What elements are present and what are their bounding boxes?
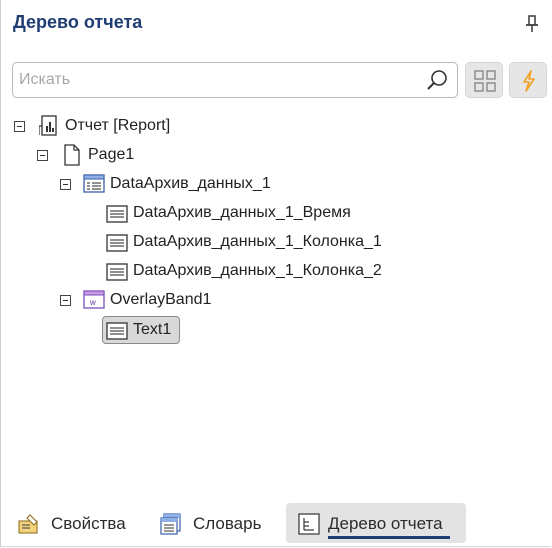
collapse-toggle[interactable]: [37, 150, 48, 161]
tree-node-text[interactable]: DataАрхив_данных_1_Колонка_2: [1, 259, 541, 283]
tab-report-tree[interactable]: Дерево отчета: [286, 503, 466, 543]
bottom-tab-bar: Свойства Словарь Дерево отчета: [1, 500, 552, 546]
active-tab-underline: [328, 536, 450, 539]
overlayband-icon: w: [83, 290, 105, 309]
page-icon: [64, 144, 80, 166]
tree-node-label: Отчет [Report]: [65, 117, 171, 134]
tree-node-label: DataАрхив_данных_1_Колонка_2: [133, 262, 382, 279]
tree-node-page[interactable]: Page1: [1, 143, 541, 167]
search-input[interactable]: [19, 69, 419, 91]
collapse-toggle[interactable]: [60, 295, 71, 306]
grid-view-button[interactable]: [465, 62, 503, 98]
report-tree-panel: Дерево отчета Отчет [Rep: [0, 0, 551, 547]
lightning-icon: [523, 70, 535, 92]
dictionary-icon: [160, 513, 181, 535]
text-icon: [106, 205, 128, 223]
tree-node-label: Text1: [133, 321, 172, 338]
tree-node-overlayband[interactable]: w OverlayBand1: [1, 288, 541, 312]
tree-node-text[interactable]: DataАрхив_данных_1_Колонка_1: [1, 230, 541, 254]
tree-node-label: Page1: [88, 146, 135, 163]
tab-label: Дерево отчета: [328, 514, 443, 533]
properties-icon: [18, 514, 38, 534]
tab-dictionary[interactable]: Словарь: [151, 503, 279, 543]
tree-node-report[interactable]: Отчет [Report]: [1, 114, 541, 138]
tree-node-label: DataАрхив_данных_1_Время: [133, 204, 351, 221]
text-icon: [106, 322, 128, 340]
text-icon: [106, 263, 128, 281]
tab-properties[interactable]: Свойства: [9, 503, 139, 543]
quick-actions-button[interactable]: [509, 62, 547, 98]
tree-node-text[interactable]: DataАрхив_данных_1_Время: [1, 201, 541, 225]
collapse-toggle[interactable]: [14, 121, 25, 132]
collapse-toggle[interactable]: [60, 179, 71, 190]
svg-text:w: w: [89, 298, 96, 307]
text-icon: [106, 234, 128, 252]
search-box[interactable]: [12, 62, 458, 98]
pin-icon[interactable]: [523, 14, 541, 34]
tab-label: Свойства: [51, 514, 126, 533]
tab-label: Словарь: [193, 514, 262, 533]
databand-icon: [83, 174, 105, 193]
panel-title: Дерево отчета: [13, 12, 143, 32]
grid-icon: [474, 70, 496, 92]
report-tree-icon: [298, 513, 320, 535]
tree-node-text-selected[interactable]: Text1: [1, 318, 541, 342]
tree-node-label: DataАрхив_данных_1: [110, 175, 271, 192]
search-icon[interactable]: [425, 68, 449, 92]
tree-node-label: DataАрхив_данных_1_Колонка_1: [133, 233, 382, 250]
tree-node-databand[interactable]: DataАрхив_данных_1: [1, 172, 541, 196]
tree-node-label: OverlayBand1: [110, 291, 212, 308]
report-icon: [39, 115, 57, 136]
